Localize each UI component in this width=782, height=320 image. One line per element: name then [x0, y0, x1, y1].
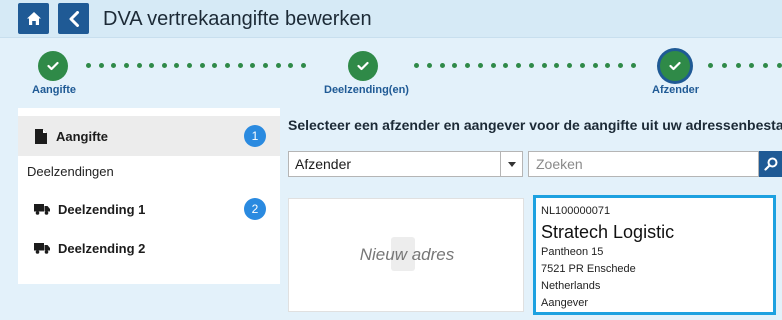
step-deelzendingen[interactable]	[348, 51, 378, 81]
sidebar-item-aangifte[interactable]: Aangifte 1	[18, 116, 280, 156]
address-street: Pantheon 15	[541, 246, 604, 258]
select-value: Afzender	[295, 156, 352, 172]
sidebar-item-deelzending-1[interactable]: Deelzending 1 2	[18, 189, 280, 229]
truck-icon	[34, 204, 50, 215]
address-role: Aangever	[541, 297, 589, 309]
step-label-afzender: Afzender	[652, 84, 700, 96]
document-icon	[35, 128, 47, 144]
search-input[interactable]	[528, 151, 759, 177]
progress-stepper: Aangifte Deelzending(en) Afzender	[0, 39, 782, 103]
step-afzender[interactable]	[660, 51, 690, 81]
sidebar-item-deelzending-2[interactable]: Deelzending 2	[18, 228, 280, 268]
address-country: Netherlands	[541, 280, 601, 292]
chevron-left-icon	[69, 10, 79, 27]
step-connector	[708, 63, 782, 69]
home-icon	[26, 12, 41, 25]
new-address-card[interactable]: Nieuw adres	[288, 198, 524, 312]
check-icon	[47, 61, 59, 71]
sidebar-section-title: Deelzendingen	[27, 164, 114, 179]
step-number-badge: 1	[244, 125, 266, 147]
step-number-badge: 2	[244, 198, 266, 220]
home-button[interactable]	[18, 3, 49, 34]
check-icon	[357, 61, 369, 71]
truck-icon	[34, 243, 50, 254]
step-label-deelzendingen: Deelzending(en)	[324, 84, 409, 96]
instruction-text: Selecteer een afzender en aangever voor …	[288, 117, 782, 133]
search-icon	[763, 157, 777, 171]
header-bar: DVA vertrekaangifte bewerken	[0, 0, 782, 38]
new-address-label: Nieuw adres	[359, 245, 455, 264]
step-connector	[86, 63, 306, 69]
back-button[interactable]	[58, 3, 89, 34]
address-code: NL100000071	[541, 205, 611, 217]
sidebar-item-label: Deelzending 1	[58, 201, 146, 217]
step-aangifte[interactable]	[38, 51, 68, 81]
address-company-name: Stratech Logistic	[541, 222, 675, 242]
sidebar: Aangifte 1 Deelzendingen Deelzending 1 2…	[18, 108, 280, 284]
check-icon	[669, 61, 681, 71]
address-city: 7521 PR Enschede	[541, 263, 636, 275]
sidebar-item-label: Aangifte	[56, 128, 108, 144]
step-label-aangifte: Aangifte	[32, 84, 76, 96]
dropdown-arrow[interactable]	[500, 152, 522, 176]
address-type-select[interactable]: Afzender	[288, 151, 523, 177]
sidebar-item-label: Deelzending 2	[58, 240, 146, 256]
page-title: DVA vertrekaangifte bewerken	[103, 8, 372, 30]
search-button[interactable]	[759, 151, 782, 177]
caret-down-icon	[507, 161, 516, 167]
step-connector	[414, 63, 636, 69]
address-card-selected[interactable]: NL100000071 Stratech Logistic Pantheon 1…	[533, 195, 776, 315]
